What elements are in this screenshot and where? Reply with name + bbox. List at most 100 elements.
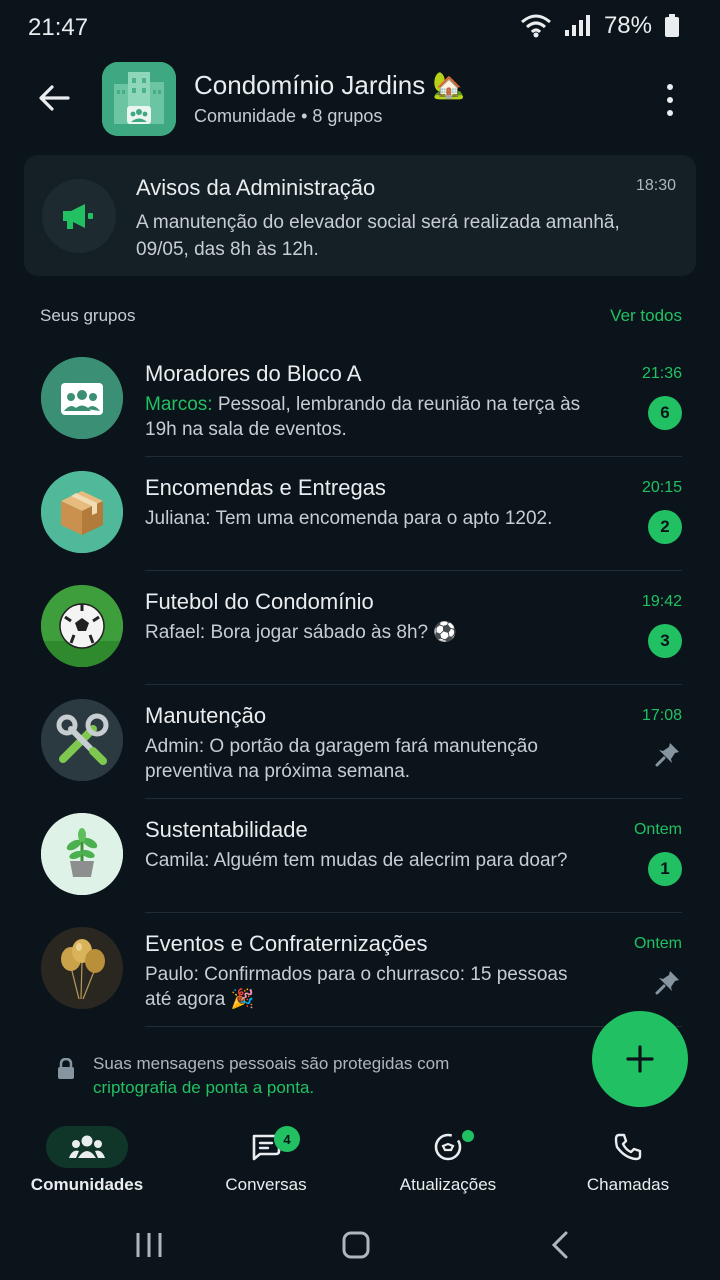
nav-label: Conversas <box>225 1175 307 1194</box>
group-row[interactable]: Sustentabilidade Camila: Alguém tem muda… <box>0 799 720 913</box>
lock-icon <box>58 1058 74 1079</box>
unread-badge: 6 <box>648 396 682 430</box>
group-time: 20:15 <box>641 479 682 496</box>
message-sender: Marcos: <box>145 394 213 415</box>
bottom-navigation: Comunidades 4 Conversas Atualizações Cha… <box>0 1118 720 1210</box>
message-text: Bora jogar sábado às 8h? ⚽ <box>210 622 458 643</box>
group-time: Ontem <box>633 821 682 838</box>
dot-icon <box>667 84 673 90</box>
nav-chats[interactable]: 4 Conversas <box>176 1118 356 1210</box>
home-button[interactable] <box>336 1228 376 1262</box>
communities-icon <box>69 1135 105 1158</box>
megaphone-icon <box>63 204 93 229</box>
announcements-card[interactable]: Avisos da Administração 18:30 A manutenç… <box>24 155 696 276</box>
message-sender: Paulo: <box>145 964 199 985</box>
unread-badge: 2 <box>648 510 682 544</box>
group-row[interactable]: Eventos e Confraternizações Paulo: Confi… <box>0 913 720 1027</box>
group-name: Moradores do Bloco A <box>145 361 362 386</box>
nav-updates[interactable]: Atualizações <box>358 1118 538 1210</box>
message-sender: Camila: <box>145 850 210 871</box>
phone-icon <box>614 1133 642 1161</box>
encryption-label: Suas mensagens pessoais são protegidas c… <box>93 1054 450 1073</box>
group-last-message: Marcos: Pessoal, lembrando da reunião na… <box>145 392 585 442</box>
groups-section-header: Seus grupos Ver todos <box>40 306 682 330</box>
balloons-icon <box>41 927 123 1009</box>
group-row[interactable]: Moradores do Bloco A Marcos: Pessoal, le… <box>0 343 720 457</box>
group-avatar <box>41 927 123 1009</box>
message-sender: Admin: <box>145 736 205 757</box>
battery-icon <box>665 14 679 37</box>
status-icons: 78% <box>520 12 680 40</box>
battery-level: 78% <box>603 12 652 39</box>
nav-icon-container <box>587 1126 669 1168</box>
group-last-message: Paulo: Confirmados para o churrasco: 15 … <box>145 962 585 1012</box>
back-button[interactable] <box>32 76 76 120</box>
arrow-left-icon <box>39 85 70 111</box>
encryption-link[interactable]: criptografia de ponta a ponta. <box>93 1078 314 1097</box>
group-row[interactable]: Futebol do Condomínio Rafael: Bora jogar… <box>0 571 720 685</box>
group-last-message: Camila: Alguém tem mudas de alecrim para… <box>145 848 585 873</box>
recent-apps-button[interactable] <box>129 1228 169 1262</box>
group-last-message: Juliana: Tem uma encomenda para o apto 1… <box>145 506 585 531</box>
group-time: 21:36 <box>641 365 682 382</box>
soccer-ball-icon <box>41 585 123 667</box>
group-row[interactable]: Manutenção Admin: O portão da garagem fa… <box>0 685 720 799</box>
nav-icon-container <box>46 1126 128 1168</box>
group-avatar <box>41 585 123 667</box>
community-subtitle: Comunidade • 8 grupos <box>194 106 383 126</box>
home-icon <box>342 1231 370 1259</box>
system-back-button[interactable] <box>540 1228 580 1262</box>
group-avatar <box>41 471 123 553</box>
group-name: Manutenção <box>145 703 267 728</box>
announcement-title: Avisos da Administração <box>136 175 376 200</box>
message-text: Tem uma encomenda para o apto 1202. <box>215 508 553 529</box>
group-time: 17:08 <box>641 707 682 724</box>
nav-label: Chamadas <box>586 1175 670 1194</box>
group-list: Moradores do Bloco A Marcos: Pessoal, le… <box>0 343 720 1027</box>
nav-calls[interactable]: Chamadas <box>538 1118 718 1210</box>
group-time: 19:42 <box>641 593 682 610</box>
section-label: Seus grupos <box>40 306 136 325</box>
group-name: Eventos e Confraternizações <box>145 931 428 956</box>
message-text: Alguém tem mudas de alecrim para doar? <box>213 850 568 871</box>
dot-icon <box>667 97 673 103</box>
announcement-preview: A manutenção do elevador social será rea… <box>136 212 620 260</box>
community-avatar[interactable] <box>102 62 176 136</box>
community-title[interactable]: Condomínio Jardins 🏡 <box>194 70 465 101</box>
pin-icon <box>655 971 679 995</box>
message-sender: Juliana: <box>145 508 211 529</box>
community-header: Condomínio Jardins 🏡 Comunidade • 8 grup… <box>0 56 720 146</box>
nav-icon-container <box>407 1126 489 1168</box>
group-name: Encomendas e Entregas <box>145 475 386 500</box>
nav-label: Comunidades <box>30 1175 144 1194</box>
chevron-left-icon <box>551 1231 568 1259</box>
group-last-message: Rafael: Bora jogar sábado às 8h? ⚽ <box>145 620 585 645</box>
group-icon <box>41 357 123 439</box>
announcement-avatar <box>42 179 116 253</box>
message-sender: Rafael: <box>145 622 206 643</box>
group-last-message: Admin: O portão da garagem fará manutenç… <box>145 734 585 784</box>
package-icon <box>41 471 123 553</box>
more-options-button[interactable] <box>658 80 682 120</box>
signal-icon <box>564 15 590 36</box>
updates-icon <box>434 1133 462 1161</box>
plus-icon <box>626 1045 654 1073</box>
group-avatar <box>41 813 123 895</box>
group-name: Sustentabilidade <box>145 817 308 842</box>
updates-dot <box>462 1130 474 1142</box>
see-all-link[interactable]: Ver todos <box>610 306 682 326</box>
nav-communities[interactable]: Comunidades <box>0 1118 177 1210</box>
new-group-button[interactable] <box>592 1011 688 1107</box>
dot-icon <box>667 110 673 116</box>
status-bar: 21:47 78% <box>0 0 720 56</box>
message-text: O portão da garagem fará manutenção prev… <box>145 736 538 782</box>
group-time: Ontem <box>633 935 682 952</box>
group-row[interactable]: Encomendas e Entregas Juliana: Tem uma e… <box>0 457 720 571</box>
divider <box>145 1026 682 1027</box>
announcement-time: 18:30 <box>635 177 676 194</box>
plant-icon <box>41 813 123 895</box>
unread-chats-badge: 4 <box>274 1126 300 1152</box>
unread-badge: 3 <box>648 624 682 658</box>
pin-icon <box>655 743 679 767</box>
unread-badge: 1 <box>648 852 682 886</box>
